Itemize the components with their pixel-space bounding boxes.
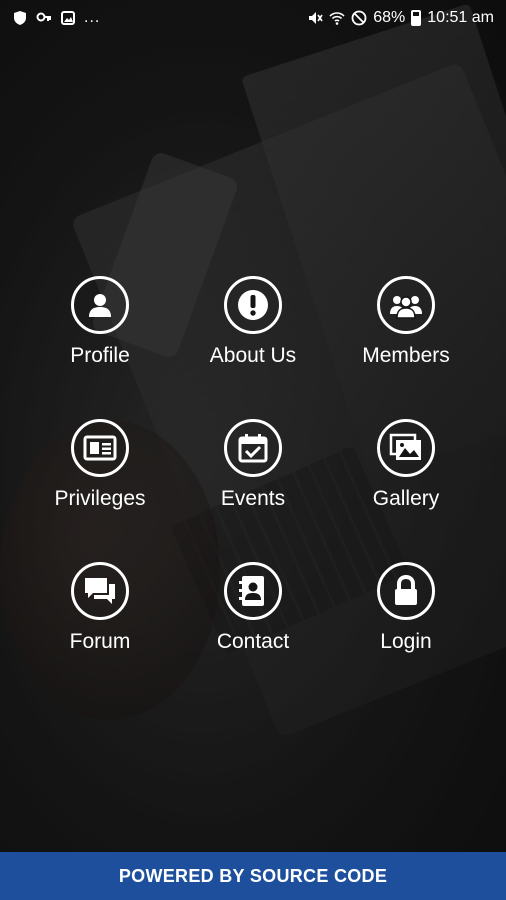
menu-item-events[interactable]: Events xyxy=(183,419,323,511)
person-icon xyxy=(71,276,129,334)
menu-row-2: Privileges Events Gallery xyxy=(0,419,506,539)
menu-row-1: Profile About Us Members xyxy=(0,276,506,396)
menu-item-privileges[interactable]: Privileges xyxy=(30,419,170,511)
menu-item-members[interactable]: Members xyxy=(336,276,476,368)
battery-icon xyxy=(411,10,422,26)
shield-icon xyxy=(14,11,26,25)
menu-row-3: Forum Contact Login xyxy=(0,562,506,682)
contact-book-icon xyxy=(224,562,282,620)
clock: 10:51 am xyxy=(427,9,494,26)
wifi-icon xyxy=(329,12,345,25)
footer-text: POWERED BY SOURCE CODE xyxy=(118,865,388,886)
gallery-icon xyxy=(377,419,435,477)
menu-item-label: About Us xyxy=(209,344,297,367)
block-icon xyxy=(351,10,367,26)
id-card-icon xyxy=(71,419,129,477)
menu-item-label: Privileges xyxy=(54,487,146,510)
menu-item-forum[interactable]: Forum xyxy=(30,562,170,654)
powered-by-footer: POWERED BY SOURCE CODE xyxy=(0,852,506,900)
menu-item-gallery[interactable]: Gallery xyxy=(336,419,476,511)
menu-item-label: Login xyxy=(380,630,432,653)
mute-icon xyxy=(309,12,323,24)
menu-item-label: Gallery xyxy=(372,487,440,510)
group-icon xyxy=(377,276,435,334)
battery-percent: 68% xyxy=(373,9,406,26)
menu-item-label: Forum xyxy=(69,630,131,653)
info-icon xyxy=(224,276,282,334)
status-bar: ... 68% 10:51 am xyxy=(0,0,506,36)
app-screen: ... 68% 10:51 am Profile About Us Member… xyxy=(0,0,506,900)
menu-item-label: Events xyxy=(220,487,286,510)
menu-item-label: Contact xyxy=(216,630,290,653)
menu-item-label: Profile xyxy=(70,344,130,367)
menu-item-contact[interactable]: Contact xyxy=(183,562,323,654)
chat-icon xyxy=(71,562,129,620)
image-icon xyxy=(61,11,75,25)
menu-item-about-us[interactable]: About Us xyxy=(183,276,323,368)
key-icon xyxy=(36,12,51,22)
calendar-check-icon xyxy=(224,419,282,477)
more-notifications: ... xyxy=(84,9,101,26)
lock-icon xyxy=(377,562,435,620)
menu-item-login[interactable]: Login xyxy=(336,562,476,654)
menu-item-profile[interactable]: Profile xyxy=(30,276,170,368)
menu-item-label: Members xyxy=(362,344,450,367)
